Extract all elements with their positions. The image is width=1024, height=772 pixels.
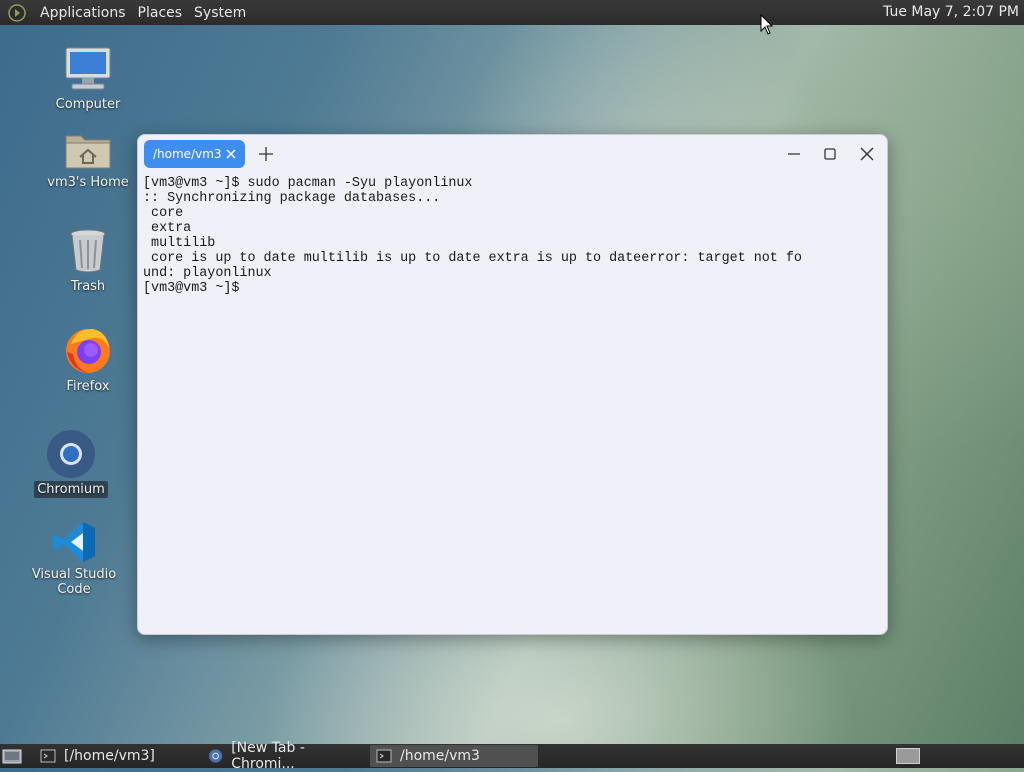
maximize-icon[interactable]	[822, 146, 838, 162]
chromium-icon	[208, 749, 223, 763]
tab-title: /home/vm3	[153, 147, 222, 161]
title-bar[interactable]: /home/vm3	[138, 135, 887, 175]
desktop-icon-label: Chromium	[34, 481, 108, 498]
terminal-line: core	[143, 206, 184, 221]
taskbar-item-label: [/home/vm3]	[64, 748, 155, 764]
home-folder-icon	[65, 135, 111, 169]
terminal-line: extra	[143, 221, 192, 236]
terminal-output[interactable]: [vm3@vm3 ~]$ sudo pacman -Syu playonlinu…	[143, 176, 883, 296]
workspace-switcher[interactable]	[896, 748, 920, 764]
terminal-icon	[40, 749, 56, 763]
close-icon[interactable]	[859, 146, 875, 162]
applications-menu[interactable]: Applications	[34, 5, 132, 21]
desktop-icon-firefox[interactable]: Firefox	[33, 324, 143, 395]
bottom-taskbar: [/home/vm3] [New Tab - Chromi... /home/v…	[0, 740, 1024, 772]
terminal-line: [vm3@vm3 ~]$ sudo pacman -Syu playonlinu…	[143, 176, 473, 191]
chromium-icon	[47, 430, 95, 478]
computer-icon	[65, 47, 111, 90]
menu-logo-icon[interactable]	[8, 3, 26, 22]
terminal-line: multilib	[143, 236, 216, 251]
taskbar-item-label: /home/vm3	[400, 748, 480, 764]
vscode-icon	[53, 522, 95, 562]
taskbar-item-label: [New Tab - Chromi...	[231, 740, 305, 772]
terminal-icon	[376, 749, 392, 763]
taskbar-item-terminal-1[interactable]: [/home/vm3]	[34, 745, 196, 767]
desktop-icon-label: Trash	[70, 279, 106, 294]
trash-icon	[70, 229, 106, 273]
close-tab-icon[interactable]	[223, 146, 239, 162]
desktop-icon-label: Firefox	[66, 379, 110, 394]
desktop-icon-label: Computer	[55, 97, 121, 112]
new-tab-icon[interactable]	[258, 146, 274, 162]
desktop-icon-chromium[interactable]: Chromium	[16, 429, 126, 498]
system-menu[interactable]: System	[188, 5, 252, 21]
desktop-icon-label: vm3's Home	[47, 175, 129, 190]
clock[interactable]: Tue May 7, 2:07 PM	[883, 4, 1019, 20]
desktop-icon-trash[interactable]: Trash	[33, 226, 143, 295]
terminal-tab[interactable]: /home/vm3	[144, 140, 245, 168]
show-desktop-icon[interactable]	[2, 747, 22, 765]
terminal-prompt-line: [vm3@vm3 ~]$	[143, 281, 240, 296]
terminal-line: core is up to date multilib is up to dat…	[143, 251, 802, 266]
taskbar-item-chromium[interactable]: [New Tab - Chromi...	[202, 740, 366, 772]
places-menu[interactable]: Places	[132, 5, 189, 21]
terminal-line: :: Synchronizing package databases...	[143, 191, 441, 206]
mouse-cursor-icon	[760, 14, 774, 35]
desktop-icon-label: Visual Studio Code	[31, 567, 117, 597]
taskbar-item-terminal-2[interactable]: /home/vm3	[370, 745, 538, 767]
desktop-icon-computer[interactable]: Computer	[33, 44, 143, 113]
top-panel: Applications Places System Tue May 7, 2:…	[0, 0, 1024, 25]
firefox-icon	[66, 328, 110, 373]
terminal-line: und: playonlinux	[143, 266, 272, 281]
desktop-icon-vscode[interactable]: Visual Studio Code	[19, 520, 129, 598]
minimize-icon[interactable]	[786, 146, 802, 162]
terminal-window[interactable]: /home/vm3 [vm3@vm3 ~]$ sudo pacman -Syu …	[137, 134, 888, 635]
desktop-icon-home[interactable]: vm3's Home	[33, 126, 143, 191]
